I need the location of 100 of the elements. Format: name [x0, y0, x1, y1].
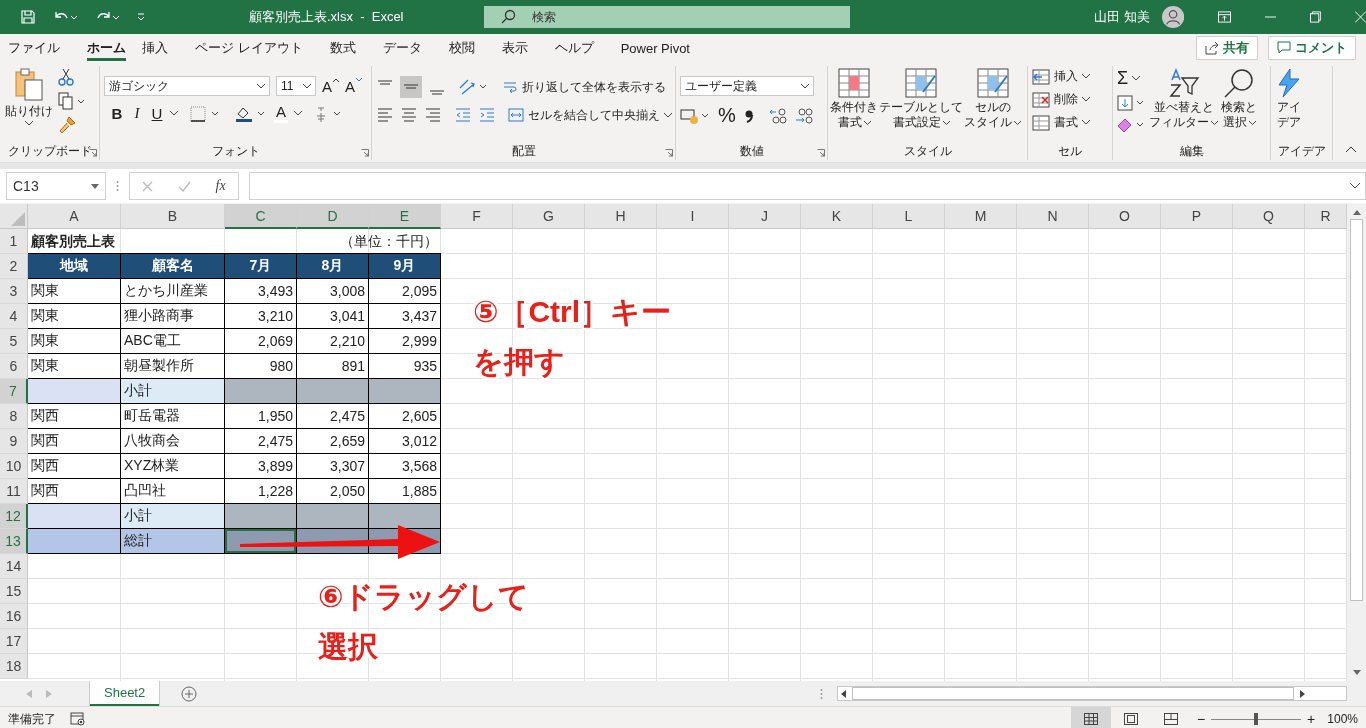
- column-header[interactable]: A: [28, 204, 121, 229]
- menu-tab[interactable]: ヘルプ: [554, 34, 605, 62]
- cells-button[interactable]: 挿入: [1032, 68, 1090, 85]
- copy-icon[interactable]: [58, 92, 86, 110]
- style-button[interactable]: セルの スタイル: [964, 66, 1021, 132]
- column-header[interactable]: J: [729, 204, 801, 229]
- style-button[interactable]: テーブルとして 書式設定: [879, 66, 963, 132]
- cells-button[interactable]: 書式: [1032, 114, 1090, 131]
- row-header[interactable]: 5: [0, 329, 28, 354]
- row-header[interactable]: 17: [0, 629, 28, 654]
- column-header[interactable]: N: [1017, 204, 1089, 229]
- bold-button[interactable]: B: [110, 105, 124, 122]
- row-header[interactable]: 12: [0, 504, 28, 529]
- menu-tab[interactable]: ファイル: [8, 34, 71, 62]
- row-header[interactable]: 15: [0, 579, 28, 604]
- column-header[interactable]: E: [369, 204, 441, 229]
- scroll-up-icon[interactable]: [1352, 210, 1361, 215]
- row-header[interactable]: 8: [0, 404, 28, 429]
- font-name-field[interactable]: 游ゴシック: [104, 76, 270, 96]
- restore-icon[interactable]: [1309, 11, 1321, 23]
- increase-font-button[interactable]: A: [322, 77, 339, 95]
- macro-record-icon[interactable]: [70, 712, 86, 726]
- menu-tab[interactable]: 表示: [501, 34, 539, 62]
- formula-input[interactable]: [249, 172, 1366, 200]
- collapse-ribbon-icon[interactable]: [1346, 146, 1356, 152]
- decrease-font-button[interactable]: A: [345, 77, 363, 95]
- scroll-right-icon[interactable]: [1300, 689, 1305, 698]
- menu-tab[interactable]: ページ レイアウト: [195, 34, 314, 62]
- minimize-icon[interactable]: [1264, 16, 1276, 18]
- editing-button[interactable]: 並べ替えと フィルター: [1148, 66, 1219, 132]
- column-header[interactable]: H: [585, 204, 657, 229]
- vertical-scrollbar[interactable]: [1347, 204, 1366, 681]
- column-header[interactable]: O: [1089, 204, 1161, 229]
- increase-decimal-icon[interactable]: [767, 106, 788, 125]
- percent-button[interactable]: %: [718, 104, 736, 127]
- column-header[interactable]: F: [441, 204, 513, 229]
- row-header[interactable]: 13: [0, 529, 28, 554]
- ribbon-display-icon[interactable]: [1217, 11, 1231, 23]
- row-header[interactable]: 9: [0, 429, 28, 454]
- row-header[interactable]: 4: [0, 304, 28, 329]
- comment-button[interactable]: コメント: [1268, 36, 1356, 60]
- search-field[interactable]: 検索: [483, 6, 850, 28]
- decrease-decimal-icon[interactable]: [793, 106, 814, 125]
- row-header[interactable]: 14: [0, 554, 28, 579]
- column-header[interactable]: I: [657, 204, 729, 229]
- column-header[interactable]: L: [873, 204, 945, 229]
- column-header[interactable]: G: [513, 204, 585, 229]
- font-size-field[interactable]: 11: [276, 76, 316, 96]
- italic-button[interactable]: I: [130, 105, 144, 122]
- zoom-level[interactable]: 100%: [1327, 712, 1358, 726]
- row-header[interactable]: 18: [0, 654, 28, 679]
- menu-tab[interactable]: データ: [382, 34, 433, 62]
- autosum-button[interactable]: Σ: [1117, 68, 1147, 89]
- save-icon[interactable]: [20, 9, 36, 25]
- share-button[interactable]: 共有: [1196, 36, 1258, 60]
- menu-tab[interactable]: 数式: [329, 34, 367, 62]
- editing-button[interactable]: 検索と 選択: [1220, 66, 1258, 132]
- menu-tab[interactable]: ホーム: [87, 38, 126, 61]
- column-header[interactable]: P: [1161, 204, 1233, 229]
- check-icon[interactable]: [177, 180, 191, 192]
- align-left-icon[interactable]: [376, 106, 394, 124]
- zoom-out-button[interactable]: −: [1196, 711, 1206, 727]
- row-header[interactable]: 10: [0, 454, 28, 479]
- row-header[interactable]: 11: [0, 479, 28, 504]
- menu-tab[interactable]: 校閲: [448, 34, 486, 62]
- zoom-slider[interactable]: [1211, 712, 1302, 726]
- dialog-launcher-icon[interactable]: [361, 149, 369, 157]
- zoom-thumb[interactable]: [1254, 713, 1259, 725]
- expand-icon[interactable]: [1350, 183, 1360, 189]
- name-box[interactable]: C13: [6, 172, 106, 200]
- column-header[interactable]: D: [297, 204, 369, 229]
- ideas-button[interactable]: アイ デア: [1275, 66, 1303, 132]
- zoom-in-button[interactable]: +: [1307, 711, 1316, 727]
- column-header[interactable]: M: [945, 204, 1017, 229]
- row-header[interactable]: 16: [0, 604, 28, 629]
- column-header[interactable]: C: [225, 204, 297, 229]
- column-header[interactable]: Q: [1233, 204, 1305, 229]
- add-sheet-icon[interactable]: [181, 685, 198, 702]
- row-header[interactable]: 7: [0, 379, 28, 404]
- wrap-text-button[interactable]: 折り返して全体を表示する: [502, 78, 666, 96]
- cells-button[interactable]: 削除: [1032, 91, 1090, 108]
- scissors-icon[interactable]: [58, 68, 74, 86]
- scroll-left-icon[interactable]: [841, 689, 846, 698]
- font-color-button[interactable]: A: [274, 104, 288, 123]
- column-header[interactable]: B: [121, 204, 225, 229]
- view-button[interactable]: [1070, 707, 1111, 728]
- insert-function-button[interactable]: fx: [215, 178, 226, 194]
- dialog-launcher-icon[interactable]: [665, 149, 673, 157]
- align-center-icon[interactable]: [400, 106, 418, 124]
- row-header[interactable]: 3: [0, 279, 28, 304]
- menu-tab[interactable]: 挿入: [142, 34, 179, 62]
- column-header[interactable]: R: [1305, 204, 1347, 229]
- customize-icon[interactable]: [136, 12, 146, 22]
- scroll-down-icon[interactable]: [1352, 670, 1361, 675]
- column-header[interactable]: K: [801, 204, 873, 229]
- row-header[interactable]: 1: [0, 229, 28, 254]
- number-format-field[interactable]: ユーザー定義: [680, 76, 814, 96]
- row-header[interactable]: 6: [0, 354, 28, 379]
- align-right-icon[interactable]: [424, 106, 442, 124]
- middle-align-icon[interactable]: [400, 76, 422, 98]
